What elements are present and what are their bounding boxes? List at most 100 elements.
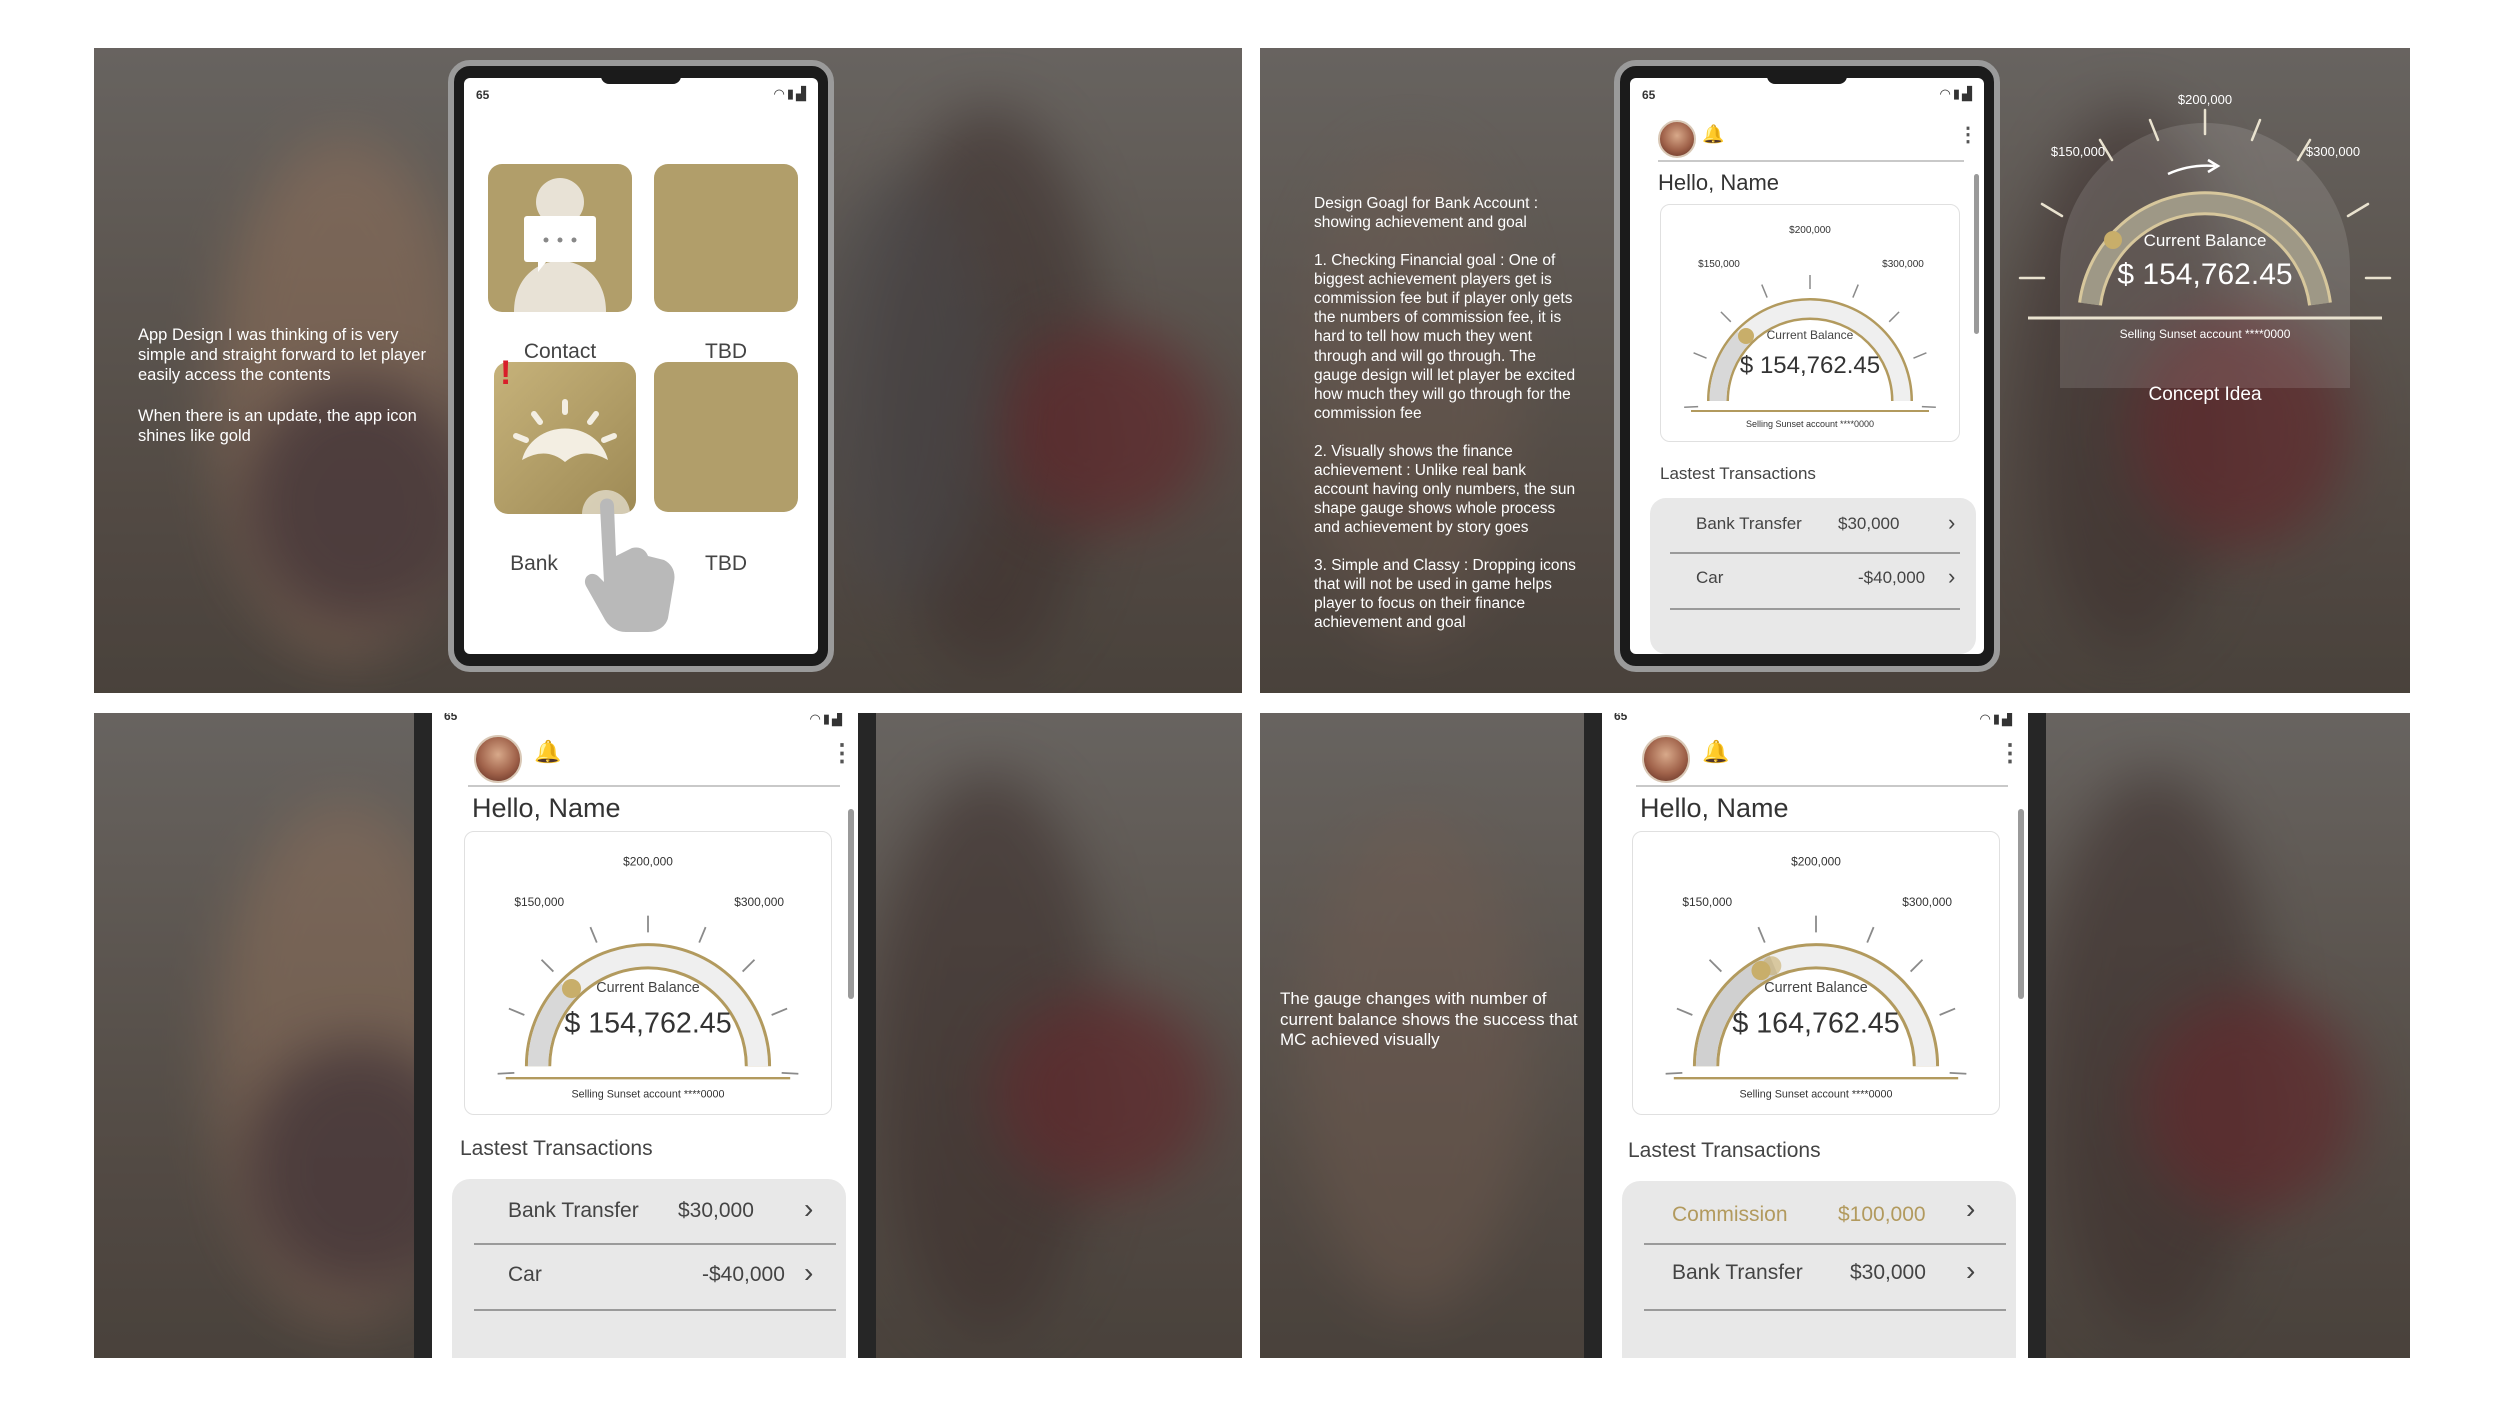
transaction-amount: $30,000 bbox=[678, 1199, 754, 1222]
status-time: 65 bbox=[1614, 713, 1628, 723]
signal-icon: ▟ bbox=[1962, 86, 1974, 101]
panel-home-screen: App Design I was thinking of is very sim… bbox=[94, 48, 1242, 693]
app-label-tbd-1: TBD bbox=[705, 340, 747, 363]
concept-balance-label: Current Balance bbox=[2144, 231, 2267, 250]
concept-gauge: $200,000 $150,000 $300,000 Current Balan… bbox=[2018, 92, 2392, 388]
app-tile-contact[interactable] bbox=[488, 164, 632, 312]
app-tile-tbd-1[interactable] bbox=[654, 164, 798, 312]
phone-frame: 65 ◠▮▟ 🔔 ⋮ Hello, Name $200,000 $150,000… bbox=[1614, 60, 2000, 672]
balance-gauge-card: $200,000 $150,000 $300,000 Current Balan… bbox=[1660, 204, 1960, 442]
gauge-tick bbox=[1693, 352, 1707, 359]
transaction-row[interactable]: Car -$40,000 › bbox=[1650, 554, 1976, 608]
avatar[interactable] bbox=[474, 735, 522, 783]
transaction-amount: -$40,000 bbox=[1858, 568, 1926, 587]
more-menu-icon[interactable]: ⋮ bbox=[1958, 122, 1978, 147]
gauge-tick bbox=[1888, 311, 1900, 323]
account-label: Selling Sunset account ****0000 bbox=[1740, 1088, 1893, 1100]
header-divider bbox=[1658, 160, 1964, 162]
phone-screen: 65 ◠▮▟ 🔔 ⋮ Hello, Name $200,000 $150,000… bbox=[1630, 78, 1984, 654]
wifi-icon: ◠ bbox=[1939, 86, 1953, 101]
balance-label: Current Balance bbox=[1764, 980, 1868, 996]
concept-label-left: $150,000 bbox=[2051, 144, 2105, 159]
greeting: Hello, Name bbox=[1640, 793, 1789, 823]
greeting: Hello, Name bbox=[1658, 170, 1780, 195]
concept-balance-amount: $ 154,762.45 bbox=[2117, 258, 2292, 291]
gauge-tick bbox=[1909, 959, 1924, 973]
status-icons: ◠▮▟ bbox=[810, 713, 845, 727]
panel-bank-screen: 65 ◠▮▟ 🔔 ⋮ Hello, Name $200,000 $150,000… bbox=[94, 713, 1242, 1358]
signal-icon: ▟ bbox=[796, 86, 808, 101]
transaction-row[interactable]: Bank Transfer $30,000 › bbox=[1622, 1245, 2016, 1307]
gauge-label-left: $150,000 bbox=[1682, 895, 1732, 909]
transaction-row[interactable]: Bank Transfer $30,000 › bbox=[1650, 498, 1976, 552]
wifi-icon: ◠ bbox=[809, 713, 823, 726]
balance-gauge: $200,000 $150,000 $300,000 Current Balan… bbox=[1665, 854, 1967, 1100]
gauge-tick bbox=[1757, 926, 1766, 943]
notification-bell-icon[interactable]: 🔔 bbox=[1702, 739, 1729, 765]
balance-amount: $ 154,762.45 bbox=[1740, 352, 1880, 379]
header-divider bbox=[1636, 785, 2008, 787]
scrollbar[interactable] bbox=[1974, 174, 1979, 334]
avatar[interactable] bbox=[1642, 735, 1690, 783]
transaction-name: Car bbox=[508, 1263, 542, 1286]
signal-icon: ▟ bbox=[832, 713, 844, 726]
account-label: Selling Sunset account ****0000 bbox=[1746, 419, 1874, 429]
status-icons: ◠▮▟ bbox=[774, 86, 809, 102]
transaction-row[interactable]: Car -$40,000 › bbox=[452, 1245, 846, 1309]
transaction-row[interactable]: Bank Transfer $30,000 › bbox=[452, 1179, 846, 1243]
gauge-tick bbox=[771, 1007, 788, 1016]
transactions-title: Lastest Transactions bbox=[1628, 1139, 1821, 1162]
gauge-tick bbox=[1949, 1071, 1967, 1075]
transactions-list: Commission $100,000 › Bank Transfer $30,… bbox=[1622, 1181, 2016, 1358]
chevron-right-icon: › bbox=[1966, 1193, 1976, 1224]
signal-icon: ▟ bbox=[2002, 713, 2014, 726]
more-menu-icon[interactable]: ⋮ bbox=[830, 739, 854, 768]
status-icons: ◠▮▟ bbox=[1980, 713, 2015, 727]
chevron-right-icon: › bbox=[1948, 564, 1956, 589]
transaction-row[interactable]: Commission $100,000 › bbox=[1622, 1181, 2016, 1243]
gauge-tick bbox=[1866, 926, 1875, 943]
app-label-bank: Bank bbox=[510, 552, 558, 575]
notification-bell-icon[interactable]: 🔔 bbox=[1702, 124, 1724, 145]
status-time: 65 bbox=[444, 713, 458, 723]
transactions-list: Bank Transfer $30,000 › Car -$40,000 › bbox=[452, 1179, 846, 1358]
phone-screen: 65 ◠▮▟ 🔔 ⋮ Hello, Name $200,000 $150,000… bbox=[1602, 713, 2028, 1358]
gauge-label-top: $200,000 bbox=[1791, 854, 1841, 868]
transaction-amount: $100,000 bbox=[1838, 1203, 1926, 1226]
transaction-name: Bank Transfer bbox=[1696, 514, 1802, 533]
transaction-amount: $30,000 bbox=[1850, 1261, 1926, 1284]
transaction-name: Commission bbox=[1672, 1203, 1788, 1226]
chevron-right-icon: › bbox=[1966, 1255, 1976, 1286]
transactions-title: Lastest Transactions bbox=[1660, 464, 1816, 483]
balance-label: Current Balance bbox=[596, 980, 700, 996]
gauge-tick bbox=[1708, 959, 1723, 973]
phone-screen: 65 ◠▮▟ Contact TBD ! Bank TBD bbox=[464, 78, 818, 654]
scrollbar[interactable] bbox=[2018, 809, 2024, 999]
balance-amount: $ 164,762.45 bbox=[1732, 1008, 1899, 1040]
scrollbar[interactable] bbox=[848, 809, 854, 999]
balance-gauge-card: $200,000 $150,000 $300,000 Current Balan… bbox=[464, 831, 832, 1115]
gauge-label-right: $300,000 bbox=[1882, 259, 1924, 270]
gauge-tick bbox=[698, 926, 707, 943]
balance-gauge: $200,000 $150,000 $300,000 Current Balan… bbox=[497, 854, 799, 1100]
concept-label-top: $200,000 bbox=[2178, 92, 2232, 107]
more-menu-icon[interactable]: ⋮ bbox=[1998, 739, 2022, 768]
status-time: 65 bbox=[476, 88, 490, 102]
gauge-tick bbox=[1921, 405, 1936, 409]
gauge-label-top: $200,000 bbox=[623, 854, 673, 868]
transactions-title: Lastest Transactions bbox=[460, 1137, 653, 1160]
phone-frame: 65 ◠▮▟ Contact TBD ! Bank TBD bbox=[448, 60, 834, 672]
concept-account-label: Selling Sunset account ****0000 bbox=[2120, 327, 2291, 341]
concept-label-right: $300,000 bbox=[2306, 144, 2360, 159]
gauge-tick bbox=[1676, 1007, 1693, 1016]
gauge-tick bbox=[1761, 284, 1768, 298]
avatar[interactable] bbox=[1658, 120, 1696, 158]
gauge-tick bbox=[1913, 352, 1927, 359]
wifi-icon: ◠ bbox=[773, 86, 787, 101]
panel-bank-concept: Design Goagl for Bank Account : showing … bbox=[1260, 48, 2410, 693]
gauge-label-top: $200,000 bbox=[1789, 225, 1831, 236]
battery-icon: ▮ bbox=[822, 713, 832, 726]
account-label: Selling Sunset account ****0000 bbox=[572, 1088, 725, 1100]
notification-bell-icon[interactable]: 🔔 bbox=[534, 739, 561, 765]
gauge-tick bbox=[508, 1007, 525, 1016]
